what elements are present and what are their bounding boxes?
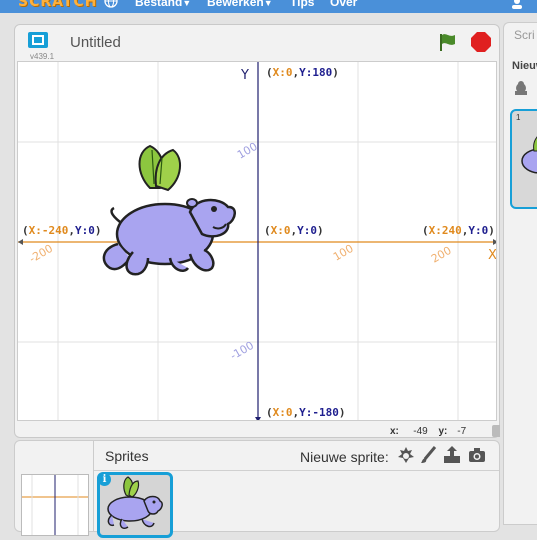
x-tick-negative: -200	[27, 242, 55, 266]
y-axis-arrow-down	[255, 417, 261, 420]
paint-brush-icon[interactable]	[419, 445, 439, 465]
sprite-library-icon[interactable]	[396, 445, 416, 465]
green-flag-icon[interactable]	[437, 31, 459, 53]
stage-thumbnail-column	[15, 441, 94, 536]
x-axis-arrow-right	[493, 239, 496, 245]
coord-label-right: (X:240,Y:0)	[422, 224, 495, 237]
sprites-header-divider	[94, 470, 499, 471]
stage-canvas[interactable]: X Y (X:0,Y:180) (X:-240,Y:0) (X:0,Y:0) (…	[17, 61, 497, 421]
y-axis-name: Y	[240, 68, 249, 83]
x-tick-100: 100	[331, 242, 356, 264]
version-label: v439.1	[30, 52, 55, 61]
mouse-x-value: -49	[413, 426, 428, 437]
costume-number: 1	[516, 113, 521, 122]
mouse-x-label: x:	[390, 426, 399, 437]
sprite-thumbnail[interactable]: i	[97, 472, 173, 538]
upload-icon[interactable]	[442, 445, 462, 465]
fullscreen-icon[interactable]	[27, 31, 49, 49]
sprites-title: Sprites	[105, 448, 149, 464]
camera-icon[interactable]	[467, 445, 487, 465]
costume-library-icon[interactable]	[512, 79, 530, 97]
hippo-sprite[interactable]	[102, 144, 236, 276]
costume-hippo-image	[521, 136, 537, 174]
y-tick-positive: 100	[235, 140, 260, 162]
sprites-panel: Sprites Nieuwe sprite: i	[14, 440, 500, 538]
language-globe-icon[interactable]	[104, 0, 118, 8]
menu-tips[interactable]: Tips	[290, 0, 314, 9]
stage-collapse-handle[interactable]	[492, 425, 500, 437]
menu-over[interactable]: Over	[330, 0, 357, 9]
mouse-y-label: y:	[438, 426, 448, 437]
scratch-logo[interactable]: SCRATCH	[18, 0, 97, 10]
scripts-panel: Scri Nieuw 1	[503, 22, 537, 525]
account-icon[interactable]	[510, 0, 524, 11]
menu-bewerken[interactable]: Bewerken▼	[207, 0, 273, 9]
costume-thumbnail[interactable]: 1	[510, 109, 537, 209]
mouse-y-value: -7	[457, 426, 467, 437]
info-icon[interactable]: i	[98, 473, 111, 486]
x-axis-name: X	[488, 248, 497, 263]
coord-label-top: (X:0,Y:180)	[266, 66, 339, 79]
coord-label-bottom: (X:0,Y:-180)	[266, 406, 346, 419]
stage-thumbnail[interactable]	[21, 474, 89, 536]
tab-scripts[interactable]: Scri	[514, 28, 535, 42]
caret-down-icon: ▼	[263, 0, 273, 8]
mouse-coordinates: x: -49 y: -7	[390, 426, 466, 437]
menu-bestand[interactable]: Bestand▼	[135, 0, 191, 9]
project-title[interactable]: Untitled	[70, 34, 121, 51]
coord-label-center: (X:0,Y:0)	[264, 224, 324, 237]
coord-label-left: (X:-240,Y:0)	[22, 224, 102, 237]
sprite-hippo-image	[107, 476, 163, 530]
caret-down-icon: ▼	[182, 0, 192, 8]
new-sprite-label: Nieuwe sprite:	[300, 449, 389, 465]
stop-icon[interactable]	[470, 31, 492, 53]
menu-bar: SCRATCH Bestand▼ Bewerken▼ Tips Over	[0, 0, 537, 13]
new-costume-label: Nieuw	[512, 60, 537, 72]
x-tick-200: 200	[429, 244, 454, 266]
xy-grid-backdrop: X Y (X:0,Y:180) (X:-240,Y:0) (X:0,Y:0) (…	[18, 62, 497, 420]
x-axis-arrow-left	[18, 239, 23, 245]
